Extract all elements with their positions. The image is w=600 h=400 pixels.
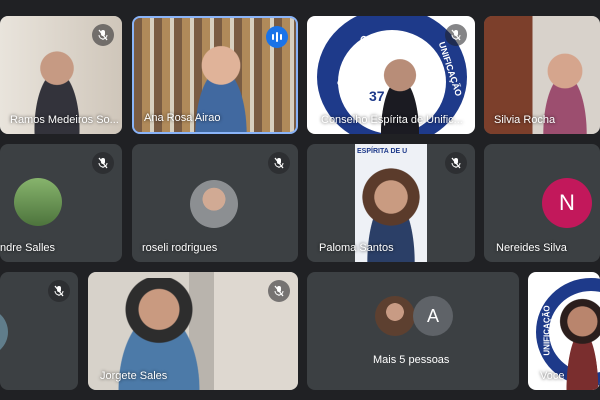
mic-off-icon [445,24,467,46]
profile-avatar [14,178,62,226]
participant-tile-paloma[interactable]: ESPÍRITA DE U Paloma Santos [307,144,475,262]
participant-name: Jorgete Sales [100,370,168,382]
mic-off-icon [445,152,467,174]
speaking-indicator-icon [266,26,288,48]
participant-name: Ana Rosa Airao [144,112,221,124]
mic-off-icon [268,152,290,174]
participant-tile-nereides[interactable]: N Nereides Silva [484,144,600,262]
participant-name: roseli rodrigues [142,242,218,254]
participant-name: Silvia Rocha [494,114,556,126]
mic-off-icon [92,152,114,174]
profile-avatar [190,180,238,228]
participant-name: Ramos Medeiros So... [10,114,119,126]
logo-text-vertical: UNIFICAÇÃO [542,305,552,356]
mic-off-icon [48,280,70,302]
participant-name: Nereides Silva [496,242,567,254]
participant-tile-silvia[interactable]: Silvia Rocha [484,16,600,134]
participant-tile-jorgete[interactable]: Jorgete Sales [88,272,298,390]
participant-name: Voce [540,370,565,382]
participant-name: ndre Salles [0,242,56,254]
participant-name: Conselho Espírita de Unific... [321,114,463,126]
logo-banner: ESPÍRITA DE U [357,148,408,155]
more-participants-label: Mais 5 pessoas [373,354,450,366]
participant-tile-roseli[interactable]: roseli rodrigues [132,144,298,262]
profile-avatar [0,308,8,356]
participant-name: Paloma Santos [319,242,394,254]
participant-tile-conselho[interactable]: CONSELHO UNIFICAÇÃO 37 Conselho Espírita… [307,16,475,134]
participant-tile-ramos[interactable]: Ramos Medeiros So... [0,16,122,134]
profile-avatar [375,296,415,336]
mic-off-icon [92,24,114,46]
more-participants-tile[interactable]: A Mais 5 pessoas [307,272,519,390]
participant-tile-unlabeled[interactable] [0,272,78,390]
mic-off-icon [268,280,290,302]
participant-tile-voce[interactable]: UNIFICAÇÃO Voce [528,272,600,390]
profile-avatar: N [542,178,592,228]
participant-tile-salles[interactable]: ndre Salles [0,144,122,262]
participant-tile-ana[interactable]: Ana Rosa Airao [132,16,298,134]
profile-avatar-letter: A [413,296,453,336]
